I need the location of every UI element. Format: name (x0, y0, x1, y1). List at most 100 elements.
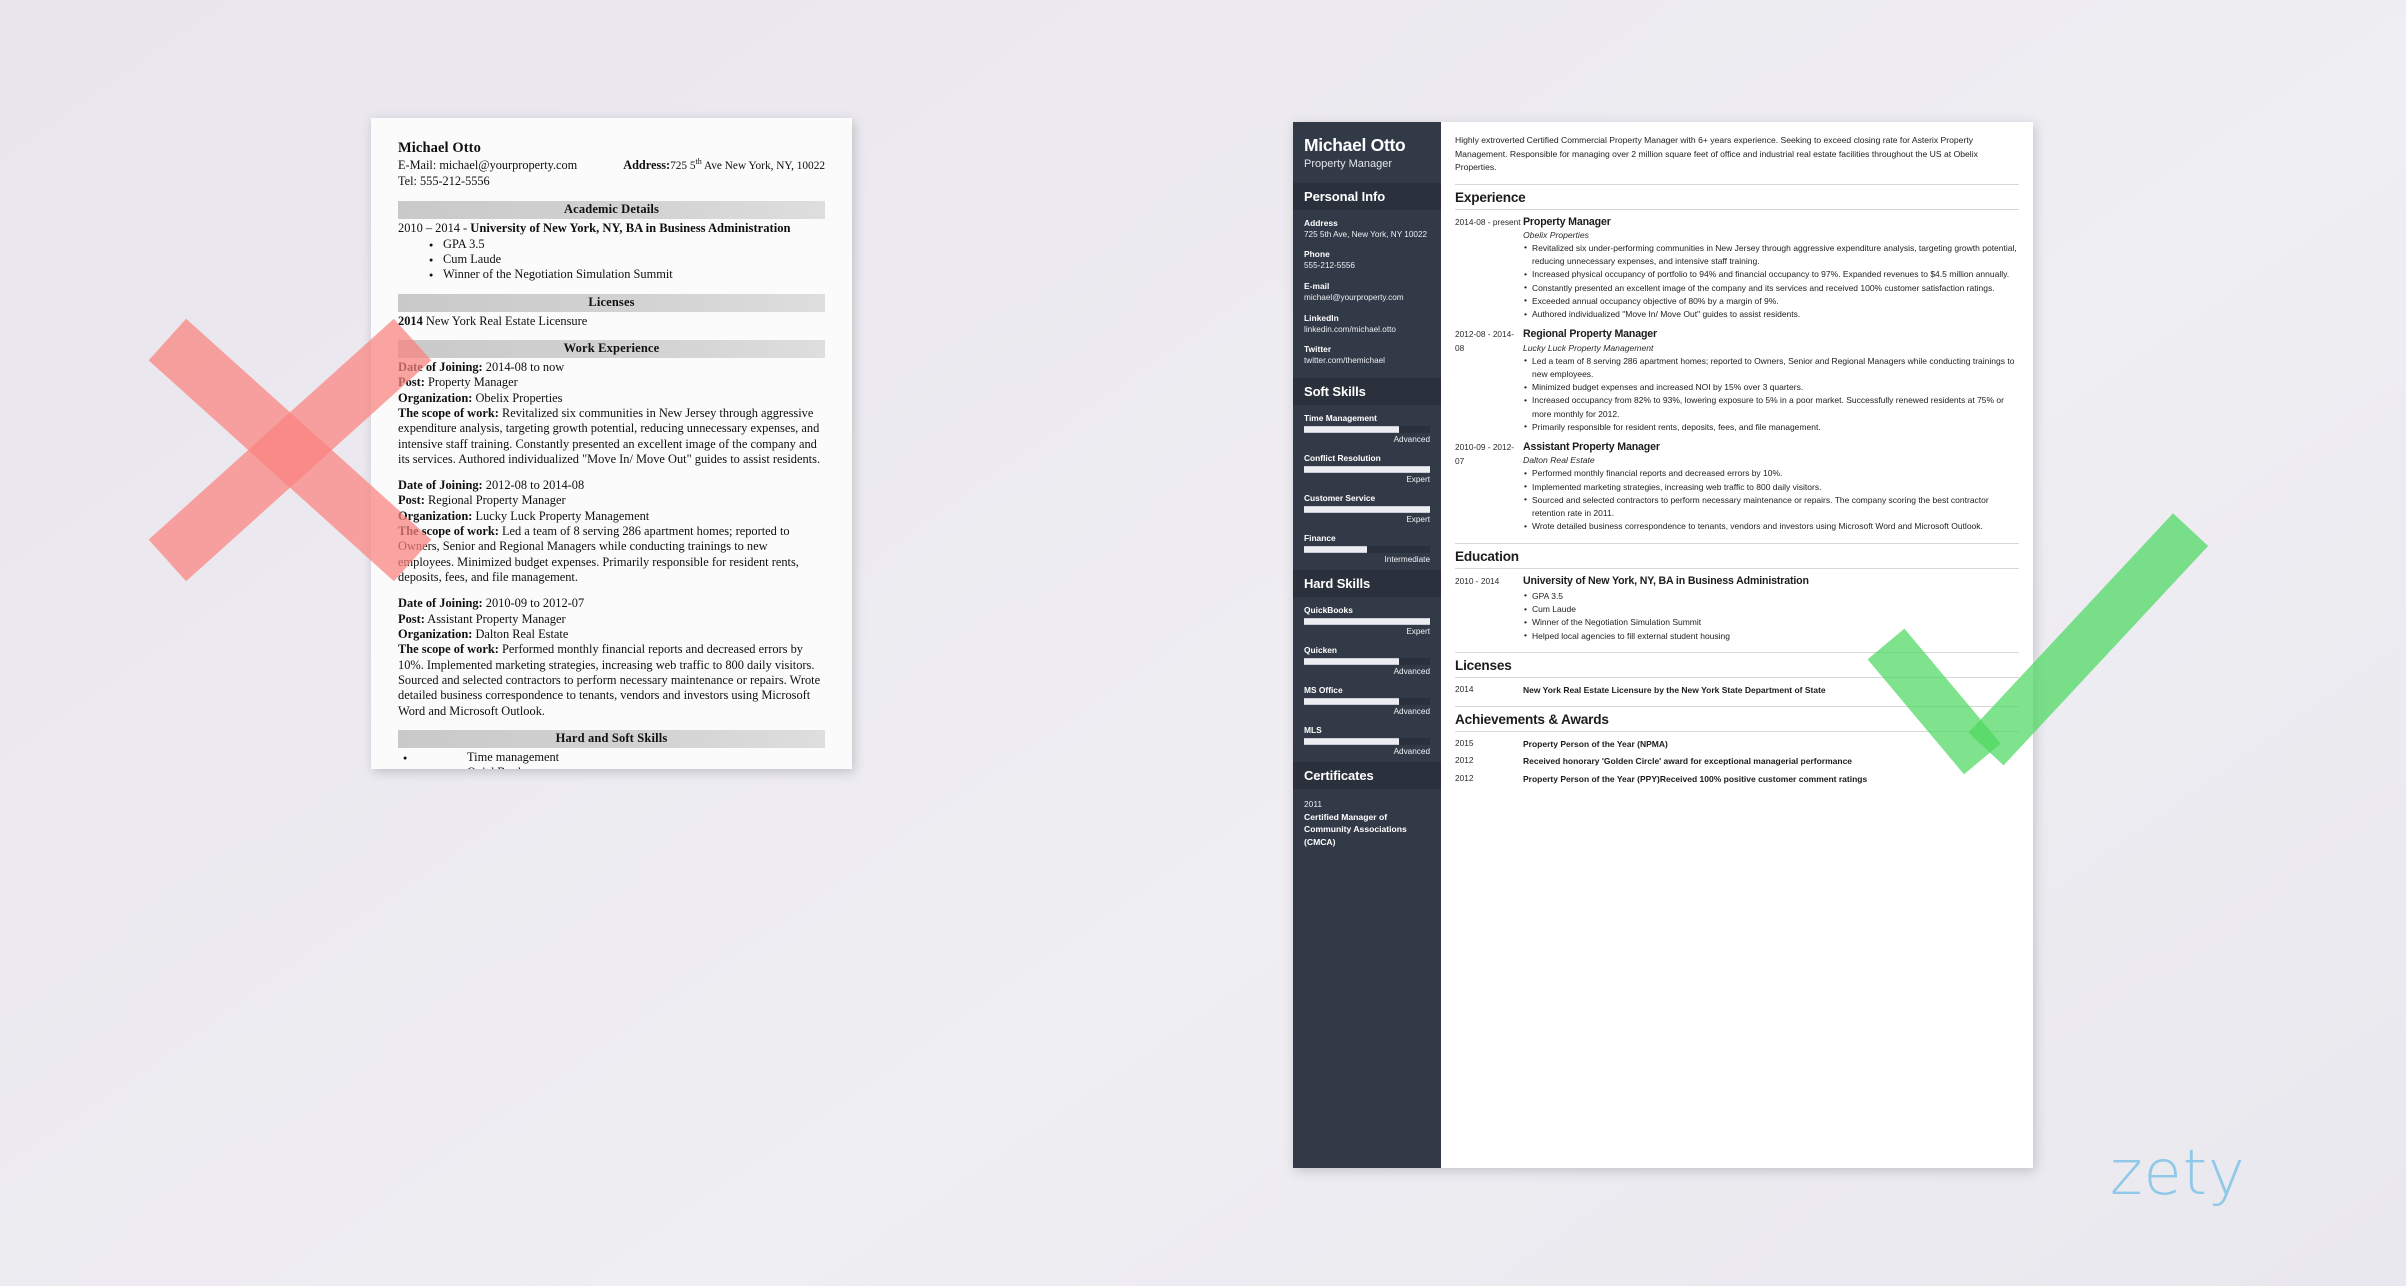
achievement-year: 2012 (1455, 755, 1474, 766)
bad-resume-contact-row: E-Mail: michael@yourproperty.com Tel: 55… (398, 157, 825, 190)
certificate-year: 2011 (1304, 798, 1323, 809)
value: Regional Property Manager (424, 493, 566, 508)
contact-label: E-mail (1304, 280, 1330, 291)
skill-name: Finance (1304, 532, 1336, 543)
list-item: QuickBooks (398, 765, 825, 769)
skill-bar-track (1304, 737, 1430, 745)
address-pre: 725 5 (670, 160, 696, 172)
entry-date: 2010-09 - 2012-07 (1455, 442, 1515, 466)
list-item: Time management (398, 750, 825, 765)
bad-education-years: 2010 – 2014 - (398, 220, 471, 235)
skill-name: MS Office (1304, 684, 1343, 695)
skill-level: Expert (1406, 474, 1430, 484)
section-heading-education: Education (1455, 542, 2019, 569)
list-item: Cum Laude (398, 252, 825, 267)
entry-title: Regional Property Manager (1523, 328, 1657, 341)
contact-value: michael@yourproperty.com (1304, 292, 1404, 302)
label: The scope of work: (398, 642, 499, 657)
bad-job-org: Organization: Lucky Luck Property Manage… (398, 509, 825, 524)
skill-bar-track (1304, 465, 1430, 473)
skill-row: Conflict Resolution Expert (1304, 453, 1430, 484)
bad-resume-name: Michael Otto (398, 140, 481, 156)
bad-section-work: Work Experience (398, 339, 825, 358)
bad-job-scope: The scope of work: Led a team of 8 servi… (398, 524, 825, 585)
bad-section-academic: Academic Details (398, 200, 825, 219)
bad-resume-tel: Tel: 555-212-5556 (398, 174, 490, 189)
skill-name: Customer Service (1304, 492, 1376, 503)
sidebar-role: Property Manager (1304, 157, 1393, 170)
section-heading-licenses: Licenses (1455, 651, 2019, 678)
list-item: Led a team of 8 serving 286 apartment ho… (1523, 354, 2019, 382)
good-resume-page: Michael Otto Property Manager Personal I… (1293, 122, 2033, 1168)
entry-title: Assistant Property Manager (1523, 441, 1660, 454)
bad-license-row: 2014 New York Real Estate Licensure (398, 314, 825, 329)
label: Organization: (398, 626, 473, 641)
list-item: Helped local agencies to fill external s… (1523, 629, 2019, 643)
section-heading-achievements: Achievements & Awards (1455, 705, 2019, 732)
sidebar-heading-personal-info: Personal Info (1293, 182, 1441, 210)
skill-row: MS Office Advanced (1304, 685, 1430, 716)
entry-title: University of New York, NY, BA in Busine… (1523, 574, 1809, 587)
skill-bar-track (1304, 697, 1430, 705)
entry-org: Obelix Properties (1523, 229, 1589, 240)
achievement-text: Received honorary 'Golden Circle' award … (1523, 756, 1853, 767)
sidebar-heading-soft-skills: Soft Skills (1293, 377, 1441, 405)
skill-bar-fill (1304, 697, 1399, 705)
skill-name: MLS (1304, 724, 1322, 735)
entry-title: Property Manager (1523, 215, 1611, 228)
skill-row: Finance Intermediate (1304, 533, 1430, 564)
achievement-row: 2012 Property Person of the Year (PPY)Re… (1455, 773, 2019, 786)
list-item: Exceeded annual occupancy objective of 8… (1523, 294, 2019, 308)
label: Post: (398, 493, 425, 508)
bad-job-post: Post: Property Manager (398, 375, 825, 390)
label: Post: (398, 611, 425, 626)
contact-label: Twitter (1304, 344, 1332, 355)
label: Date of Joining: (398, 596, 483, 611)
skill-bar-track (1304, 617, 1430, 625)
skill-level: Intermediate (1384, 554, 1430, 564)
achievement-row: 2015 Property Person of the Year (NPMA) (1455, 738, 2019, 751)
sidebar-personal-info-body: Address 725 5th Ave, New York, NY 10022 … (1293, 210, 1441, 369)
bad-license-text: New York Real Estate Licensure (422, 313, 588, 328)
list-item: Cum Laude (1523, 603, 2019, 617)
skill-level: Advanced (1393, 746, 1430, 756)
value: Lucky Luck Property Management (472, 508, 650, 523)
bad-job-date: Date of Joining: 2010-09 to 2012-07 (398, 596, 825, 611)
list-item: Increased occupancy from 82% to 93%, low… (1523, 394, 2019, 421)
entry-body: Property Manager Obelix Properties Revit… (1523, 216, 2019, 322)
entry-body: University of New York, NY, BA in Busine… (1523, 575, 2019, 643)
skill-name: QuickBooks (1304, 604, 1353, 615)
bad-education-school: University of New York, NY, BA in Busine… (470, 220, 791, 235)
value: Property Manager (424, 375, 518, 390)
skill-level: Advanced (1393, 434, 1430, 444)
good-resume-main: Highly extroverted Certified Commercial … (1441, 122, 2033, 1168)
resume-summary: Highly extroverted Certified Commercial … (1455, 135, 1978, 173)
entry-date: 2010 - 2014 (1455, 575, 1500, 586)
list-item: Sourced and selected contractors to perf… (1523, 493, 2019, 521)
list-item: Winner of the Negotiation Simulation Sum… (1523, 616, 2019, 630)
bad-job-date: Date of Joining: 2014-08 to now (398, 360, 825, 375)
bad-resume-email: E-Mail: michael@yourproperty.com (398, 158, 578, 172)
bad-job-date: Date of Joining: 2012-08 to 2014-08 (398, 478, 825, 493)
list-item: GPA 3.5 (398, 237, 825, 252)
contact-value: 555-212-5556 (1304, 261, 1355, 271)
list-item: Wrote detailed business correspondence t… (1523, 520, 2019, 534)
skill-level: Expert (1406, 626, 1430, 636)
bad-resume-page: Michael Otto E-Mail: michael@yourpropert… (371, 118, 852, 769)
skill-name: Conflict Resolution (1304, 452, 1381, 463)
skill-bar-fill (1304, 505, 1430, 513)
skill-bar-track (1304, 425, 1430, 433)
sidebar-soft-skills-body: Time Management Advanced Conflict Resolu… (1293, 405, 1441, 570)
entry-bullets: Performed monthly financial reports and … (1523, 467, 2019, 534)
skill-row: MLS Advanced (1304, 725, 1430, 756)
achievement-row: 2012 Received honorary 'Golden Circle' a… (1455, 755, 2019, 768)
value: Obelix Properties (472, 390, 563, 405)
list-item: Performed monthly financial reports and … (1523, 467, 2019, 481)
license-row: 2014 New York Real Estate Licensure by t… (1455, 684, 2019, 697)
achievement-text: Property Person of the Year (PPY)Receive… (1523, 774, 1868, 785)
achievement-year: 2012 (1455, 773, 1474, 784)
bad-job-2: Date of Joining: 2010-09 to 2012-07 Post… (398, 596, 825, 719)
skill-row: Time Management Advanced (1304, 413, 1430, 444)
skill-name: Quicken (1304, 644, 1338, 655)
entry-date: 2014-08 - present (1455, 216, 1521, 227)
